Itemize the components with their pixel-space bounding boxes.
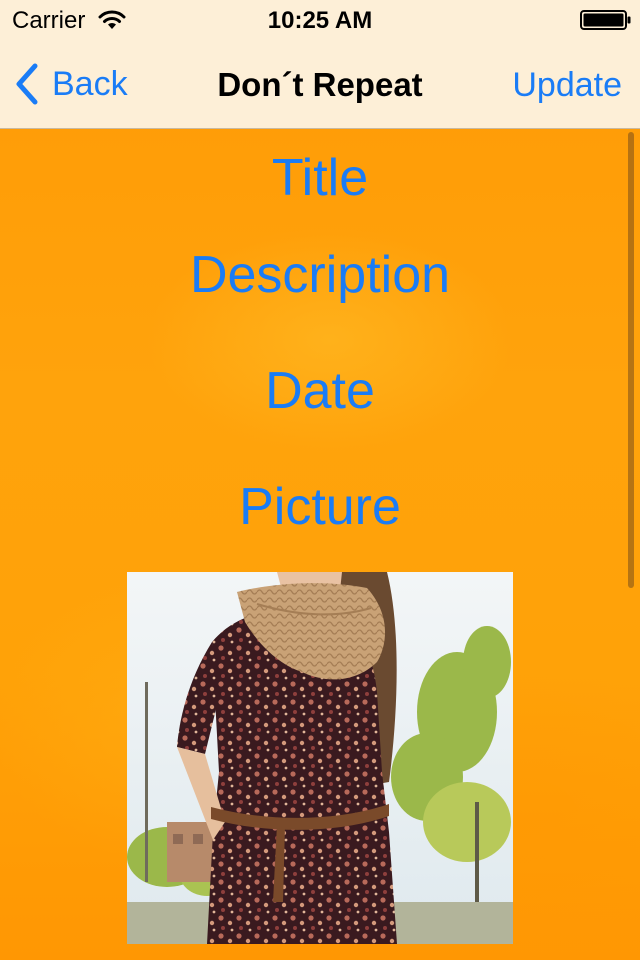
date-label[interactable]: Date xyxy=(0,361,640,421)
back-button-label: Back xyxy=(52,64,128,103)
back-button[interactable]: Back xyxy=(14,62,128,106)
battery-icon xyxy=(580,10,632,30)
vertical-scroll-indicator[interactable] xyxy=(628,132,634,588)
outfit-photo[interactable] xyxy=(127,572,513,944)
status-bar: Carrier 10:25 AM xyxy=(0,0,640,40)
chevron-left-icon xyxy=(16,63,38,105)
update-button[interactable]: Update xyxy=(512,66,622,105)
description-label[interactable]: Description xyxy=(0,245,640,305)
screen: Carrier 10:25 AM Back Don´t Repeat Updat xyxy=(0,0,640,960)
navigation-bar: Back Don´t Repeat Update xyxy=(0,40,640,129)
title-label[interactable]: Title xyxy=(0,148,640,208)
clock-time: 10:25 AM xyxy=(267,7,373,34)
picture-label[interactable]: Picture xyxy=(0,477,640,537)
